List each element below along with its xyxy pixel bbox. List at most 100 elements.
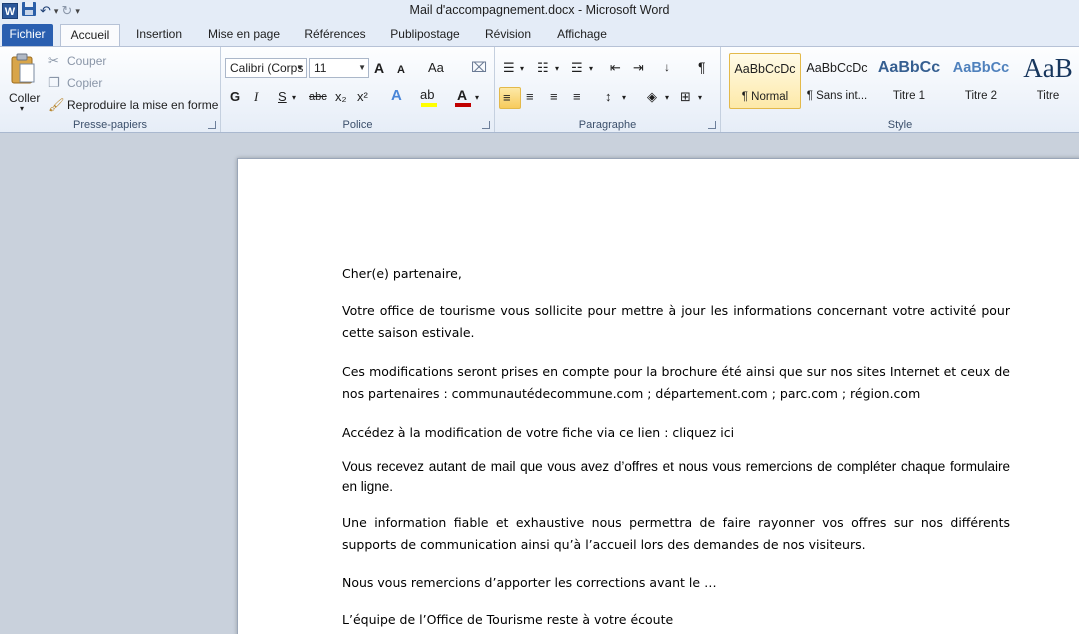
tab-revision[interactable]: Révision: [478, 24, 538, 46]
shading-dropdown-icon[interactable]: ▾: [665, 90, 669, 106]
style-titre-2[interactable]: AaBbCc Titre 2: [945, 53, 1017, 109]
style-name: Titre 2: [964, 90, 998, 102]
paragraph-greeting[interactable]: Cher(e) partenaire,: [342, 263, 1010, 285]
borders-icon[interactable]: ⊞: [680, 89, 691, 105]
clipboard-group: Coller ▾ ✂ Couper ❐ Copier 🖌 Reproduire …: [0, 47, 221, 132]
font-launcher-icon[interactable]: [482, 121, 490, 129]
underline-dropdown-icon[interactable]: ▾: [292, 90, 296, 106]
bullets-dropdown-icon[interactable]: ▾: [520, 61, 524, 77]
tab-insertion[interactable]: Insertion: [128, 24, 190, 46]
font-name-select[interactable]: Calibri (Corps ▼: [225, 58, 307, 78]
align-right-icon[interactable]: ≡: [550, 89, 558, 105]
chevron-down-icon: ▼: [358, 63, 366, 72]
copy-button[interactable]: Copier: [67, 76, 102, 90]
title-bar: W ↶ ▾ ↻ ▾ Mail d'accompagnement.docx - M…: [0, 0, 1079, 22]
style-name: Titre 1: [892, 90, 926, 102]
line-spacing-icon[interactable]: ↕: [605, 89, 612, 105]
style-name: ¶ Normal: [741, 91, 789, 103]
tab-accueil[interactable]: Accueil: [60, 24, 120, 46]
align-left-button[interactable]: ≡: [499, 87, 521, 109]
format-painter-icon: 🖌: [48, 97, 65, 112]
style-name: Titre: [1036, 90, 1060, 102]
tab-publipostage[interactable]: Publipostage: [383, 24, 467, 46]
style-sans-interligne[interactable]: AaBbCcDc ¶ Sans int...: [801, 53, 873, 109]
font-group-label: Police: [342, 119, 373, 131]
align-left-icon: ≡: [503, 90, 511, 105]
font-group: Calibri (Corps ▼ 11 ▼ A A Aa ⌧ G I S ▾ abc…: [221, 47, 495, 132]
styles-group: AaBbCcDc ¶ Normal AaBbCcDc ¶ Sans int...…: [721, 47, 1079, 132]
clipboard-launcher-icon[interactable]: [208, 121, 216, 129]
style-sample: AaBbCc: [952, 60, 1010, 76]
superscript-button[interactable]: x²: [357, 89, 368, 105]
highlight-color-swatch: [421, 103, 437, 107]
highlight-icon[interactable]: ab: [420, 87, 434, 103]
tab-fichier[interactable]: Fichier: [2, 24, 53, 46]
style-titre-1[interactable]: AaBbCc Titre 1: [873, 53, 945, 109]
bullets-icon[interactable]: ☰: [503, 60, 515, 76]
style-sample: AaBbCc: [877, 59, 941, 76]
text-effects-icon[interactable]: A: [391, 88, 402, 104]
shading-icon[interactable]: ◈: [647, 89, 657, 105]
justify-icon[interactable]: ≡: [573, 89, 581, 105]
paragraph-request[interactable]: Votre office de tourisme vous sollicite …: [342, 300, 1010, 344]
copy-icon: ❐: [48, 75, 60, 90]
tab-references[interactable]: Références: [298, 24, 372, 46]
paragraph-signature[interactable]: L’équipe de l’Office de Tourisme reste à…: [342, 609, 1010, 631]
style-name: ¶ Sans int...: [806, 90, 868, 102]
paragraph-modifications[interactable]: Ces modifications seront prises en compt…: [342, 361, 1010, 405]
multilevel-list-icon[interactable]: ☲: [571, 60, 583, 76]
align-center-icon[interactable]: ≡: [526, 89, 534, 105]
tab-mise-en-page[interactable]: Mise en page: [200, 24, 288, 46]
style-sample: AaBbCcDc: [806, 61, 868, 75]
numbering-dropdown-icon[interactable]: ▾: [555, 61, 559, 77]
style-sample: AaB: [1023, 53, 1073, 83]
underline-button[interactable]: S: [278, 89, 287, 105]
styles-group-label: Style: [887, 119, 913, 131]
font-name-value: Calibri (Corps: [230, 61, 304, 75]
paste-dropdown-icon: ▾: [20, 104, 25, 113]
chevron-down-icon: ▼: [296, 63, 304, 72]
paste-icon: [10, 53, 36, 88]
font-color-dropdown-icon[interactable]: ▾: [475, 90, 479, 106]
font-size-value: 11: [314, 61, 327, 75]
shrink-font-icon[interactable]: A: [397, 62, 405, 78]
ribbon-tabs: Fichier Accueil Insertion Mise en page R…: [0, 22, 1079, 46]
format-painter-button[interactable]: Reproduire la mise en forme: [67, 98, 218, 112]
grow-font-icon[interactable]: A: [374, 60, 384, 76]
clipboard-group-label: Presse-papiers: [73, 119, 147, 131]
cut-button[interactable]: Couper: [67, 54, 106, 68]
increase-indent-icon[interactable]: ⇥: [633, 60, 644, 76]
paragraph-deadline[interactable]: Nous vous remercions d’apporter les corr…: [342, 572, 1010, 594]
paragraph-reliable-info[interactable]: Une information fiable et exhaustive nou…: [342, 512, 1010, 556]
tab-affichage[interactable]: Affichage: [548, 24, 616, 46]
sort-icon[interactable]: ↓: [664, 59, 670, 75]
paragraph-group: ☰ ▾ ☷ ▾ ☲ ▾ ⇤ ⇥ ↓ ¶ ≡ ≡ ≡ ≡ ↕ ▾ ◈ ▾ ⊞ ▾ …: [495, 47, 721, 132]
paragraph-group-label: Paragraphe: [578, 119, 637, 131]
clear-formatting-icon[interactable]: ⌧: [471, 59, 487, 75]
decrease-indent-icon[interactable]: ⇤: [610, 60, 621, 76]
strikethrough-button[interactable]: abc: [309, 89, 327, 105]
font-size-select[interactable]: 11 ▼: [309, 58, 369, 78]
pilcrow-icon[interactable]: ¶: [698, 59, 706, 75]
paragraph-link[interactable]: Accédez à la modification de votre fiche…: [342, 422, 1010, 444]
ribbon: Coller ▾ ✂ Couper ❐ Copier 🖌 Reproduire …: [0, 46, 1079, 133]
paste-label: Coller: [9, 91, 41, 105]
bold-button[interactable]: G: [230, 89, 240, 105]
subscript-button[interactable]: x₂: [335, 89, 347, 105]
paragraph-offers[interactable]: Vous recevez autant de mail que vous ave…: [342, 457, 1010, 497]
italic-button[interactable]: I: [254, 89, 258, 105]
paragraph-launcher-icon[interactable]: [708, 121, 716, 129]
style-sample: AaBbCcDc: [734, 62, 796, 76]
multilevel-dropdown-icon[interactable]: ▾: [589, 61, 593, 77]
document-area[interactable]: Cher(e) partenaire, Votre office de tour…: [0, 133, 1079, 634]
paste-button[interactable]: Coller ▾: [4, 51, 40, 113]
font-color-swatch: [455, 103, 471, 107]
line-spacing-dropdown-icon[interactable]: ▾: [622, 90, 626, 106]
change-case-icon[interactable]: Aa: [428, 60, 444, 76]
borders-dropdown-icon[interactable]: ▾: [698, 90, 702, 106]
style-normal[interactable]: AaBbCcDc ¶ Normal: [729, 53, 801, 109]
font-color-icon[interactable]: A: [457, 87, 467, 103]
document-page[interactable]: Cher(e) partenaire, Votre office de tour…: [237, 158, 1079, 634]
style-titre[interactable]: AaB Titre: [1017, 53, 1079, 109]
numbering-icon[interactable]: ☷: [537, 60, 549, 76]
